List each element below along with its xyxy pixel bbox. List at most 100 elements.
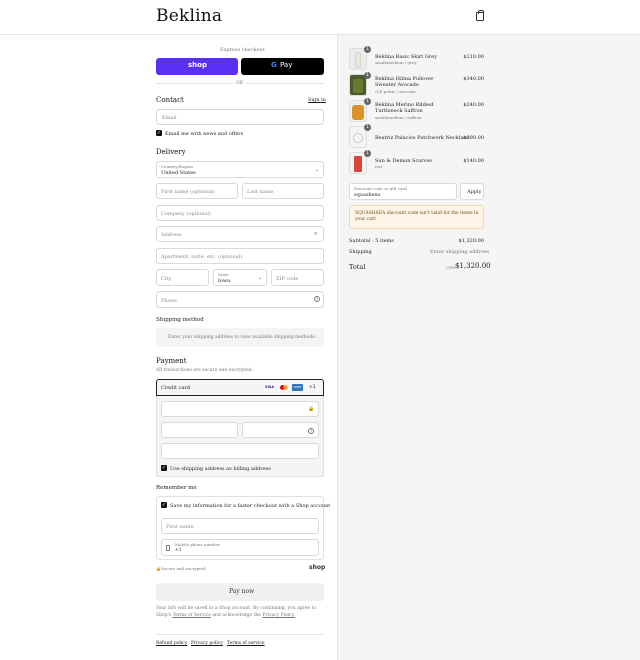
discount-error-banner: SQUASHSEA discount code isn't valid for …	[349, 205, 484, 229]
name-on-card-field[interactable]	[161, 443, 319, 459]
card-number-field[interactable]: 🔒	[161, 401, 319, 417]
shipping-method-placeholder: Enter your shipping address to view avai…	[156, 328, 324, 347]
sign-in-link[interactable]: Sign in	[308, 97, 326, 103]
remember-me-title: Remember me	[156, 485, 197, 491]
quantity-badge: 1	[364, 150, 371, 157]
phone-field[interactable]: Phone ?	[156, 291, 324, 308]
address-placeholder: Address	[161, 232, 182, 238]
shop-pay-logo: shop	[188, 61, 207, 69]
product-price: $240.00	[463, 102, 484, 108]
order-summary-panel	[337, 35, 640, 660]
store-logo[interactable]: Beklina	[156, 6, 222, 26]
delivery-title: Delivery	[156, 148, 186, 156]
search-icon: ⌕	[314, 230, 318, 237]
phone-placeholder: Phone	[161, 298, 177, 304]
save-info-checkbox[interactable]: ✓	[161, 502, 167, 508]
state-label: State	[218, 272, 229, 277]
product-price: $390.00	[463, 135, 484, 141]
lock-icon: 🔒	[308, 406, 315, 412]
legal-line-2: Shop's Terms of Service and acknowledge …	[156, 613, 295, 618]
terms-of-service-link[interactable]: Terms of Service	[173, 613, 211, 618]
or-divider-label: OR	[236, 81, 244, 86]
product-name: Sun & Demon Scarves	[375, 158, 432, 164]
last-name-placeholder: Last name	[247, 189, 274, 195]
shipping-label: Shipping	[349, 249, 372, 255]
first-name-field[interactable]: First name (optional)	[156, 183, 238, 199]
email-news-label: Email me with news and offers	[165, 131, 244, 137]
apply-label: Apply	[467, 189, 482, 195]
legal-prefix: Shop's	[156, 613, 172, 618]
company-placeholder: Company (optional)	[161, 211, 211, 217]
amex-icon: AMEX	[292, 384, 303, 391]
country-select[interactable]: Country/Region United States ⌄	[156, 161, 324, 178]
chevron-down-icon: ⌄	[315, 167, 320, 173]
state-value: Iowa	[218, 278, 231, 284]
company-field[interactable]: Company (optional)	[156, 205, 324, 221]
country-value: United States	[161, 170, 196, 176]
product-variant: O/S petite / avocado	[375, 89, 416, 94]
state-select[interactable]: State Iowa ⌄	[213, 269, 267, 286]
quantity-badge: 1	[364, 124, 371, 131]
credit-card-label: Credit card	[161, 385, 190, 391]
zip-field[interactable]: ZIP code	[271, 269, 324, 286]
save-info-label: Save my information for a faster checkou…	[170, 503, 331, 509]
shipping-method-title: Shipping method	[156, 317, 204, 323]
google-pay-button[interactable]: G Pay	[241, 58, 324, 75]
discount-error-message: SQUASHSEA discount code isn't valid for …	[355, 211, 479, 222]
help-icon[interactable]: ?	[308, 428, 314, 434]
express-checkout-label: Express checkout	[220, 47, 265, 53]
payment-subtitle: All transactions are secure and encrypte…	[156, 368, 254, 373]
billing-same-checkbox[interactable]: ✓	[161, 465, 167, 471]
quantity-badge: 1	[364, 98, 371, 105]
apartment-field[interactable]: Apartment, suite, etc. (optional)	[156, 248, 324, 264]
email-field[interactable]: Email	[156, 109, 324, 125]
shop-logo: shop	[309, 564, 326, 571]
chevron-down-icon: ⌄	[258, 275, 263, 281]
apartment-placeholder: Apartment, suite, etc. (optional)	[161, 254, 243, 260]
product-variant: red	[375, 164, 382, 169]
mobile-phone-value: +1	[175, 548, 182, 553]
mastercard-icon	[278, 384, 289, 391]
mobile-phone-label: Mobile phone number	[175, 542, 220, 547]
email-news-checkbox[interactable]: ✓	[156, 130, 162, 136]
last-name-field[interactable]: Last name	[242, 183, 324, 199]
discount-code-field[interactable]: Discount code or gift card squashsea	[349, 183, 457, 200]
legal-line-1: Your info will be saved to a Shop accoun…	[156, 606, 317, 611]
credit-card-option[interactable]: Credit card VISA AMEX +1	[156, 379, 324, 396]
discount-code-value: squashsea	[354, 192, 381, 198]
divider-left	[156, 83, 234, 84]
help-icon[interactable]: ?	[314, 296, 320, 302]
apply-discount-button[interactable]: Apply	[460, 183, 484, 200]
google-g-icon: G	[271, 61, 277, 69]
total-value: $1,320.00	[455, 262, 491, 270]
legal-and: and acknowledge the	[212, 613, 261, 618]
address-field[interactable]: Address ⌕	[156, 226, 324, 242]
product-name: Beklina Merino Ribbed Turtleneck Saffron	[375, 102, 434, 114]
product-name: Beklina Hilma Pullover Sweater Avocado	[375, 76, 434, 88]
mobile-phone-icon	[166, 545, 170, 551]
country-label: Country/Region	[161, 164, 193, 169]
city-placeholder: City	[161, 276, 172, 282]
divider-right	[246, 83, 324, 84]
visa-icon: VISA	[264, 384, 275, 391]
shop-first-name-field[interactable]: First name	[161, 518, 319, 534]
zip-placeholder: ZIP code	[276, 276, 299, 282]
security-code-field[interactable]: ?	[242, 422, 319, 438]
product-variant: small/medium / grey	[375, 60, 417, 65]
first-name-placeholder: First name (optional)	[161, 189, 215, 195]
discount-code-label: Discount code or gift card	[354, 186, 407, 191]
expiration-date-field[interactable]	[161, 422, 238, 438]
mobile-phone-field[interactable]: Mobile phone number +1	[161, 539, 319, 556]
shop-pay-button[interactable]: shop	[156, 58, 238, 75]
product-price: $340.00	[463, 76, 484, 82]
refund-policy-link[interactable]: Refund policy	[156, 641, 187, 646]
terms-of-service-footer-link[interactable]: Terms of service	[227, 641, 265, 646]
shopping-bag-icon[interactable]	[476, 10, 484, 21]
city-field[interactable]: City	[156, 269, 209, 286]
privacy-policy-link[interactable]: Privacy Policy.	[262, 613, 295, 618]
secure-encrypted-label: Secure and encrypted	[161, 566, 206, 571]
footer-privacy-policy-link[interactable]: Privacy policy	[191, 641, 223, 646]
shop-first-name-placeholder: First name	[166, 524, 194, 530]
product-variant: small/medium / saffron	[375, 115, 422, 120]
pay-now-button[interactable]: Pay now	[156, 583, 324, 601]
